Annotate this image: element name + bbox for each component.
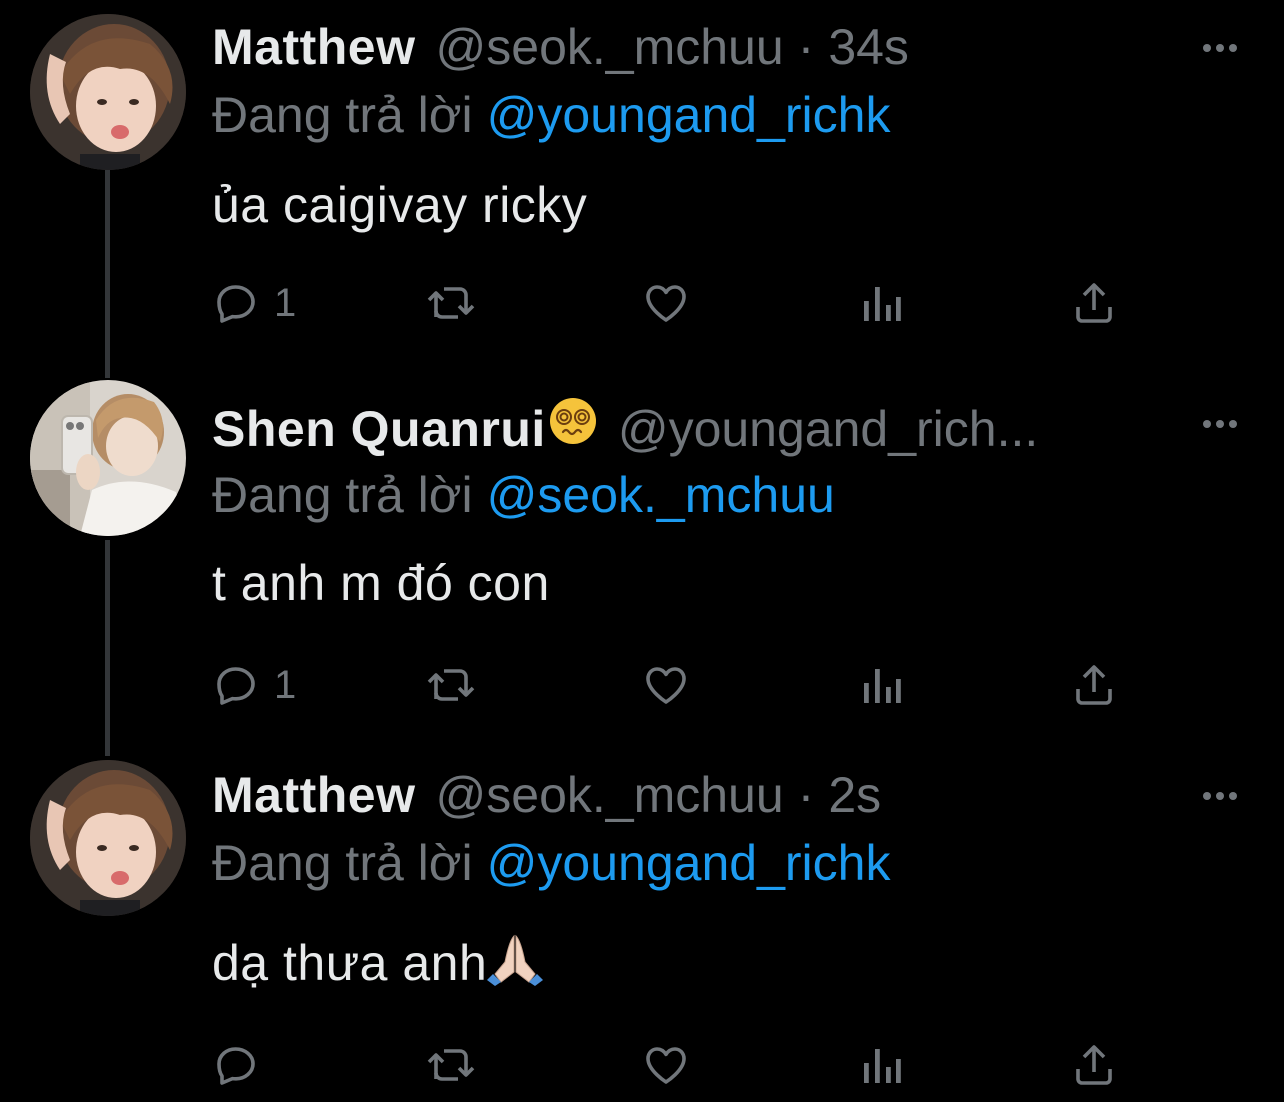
analytics-button[interactable] (860, 278, 904, 328)
more-icon[interactable] (1200, 38, 1240, 58)
tweet-actions (212, 1040, 1132, 1090)
share-button[interactable] (1070, 1040, 1118, 1090)
analytics-icon (864, 669, 901, 703)
share-button[interactable] (1070, 660, 1118, 710)
analytics-icon (864, 1049, 901, 1083)
author-name[interactable]: Matthew (212, 766, 416, 824)
more-icon[interactable] (1200, 786, 1240, 806)
share-button[interactable] (1070, 278, 1118, 328)
tweet[interactable]: Shen Quanrui @youngand_rich... Đang trả … (0, 378, 1284, 760)
avatar[interactable] (30, 760, 186, 916)
avatar-photo (30, 380, 186, 536)
share-icon (1076, 665, 1112, 705)
avatar-photo (30, 14, 186, 170)
reply-prefix: Đang trả lời (212, 87, 473, 143)
tweet[interactable]: Matthew @seok._mchuu · 2s Đang trả lời @y… (0, 760, 1284, 1102)
reply-mention-link[interactable]: @youngand_richk (487, 87, 891, 143)
timestamp[interactable]: 34s (828, 18, 909, 76)
replying-to-line: Đang trả lời @seok._mchuu (212, 466, 835, 524)
tweet[interactable]: Matthew @seok._mchuu · 34s Đang trả lời @… (0, 0, 1284, 378)
reply-icon (217, 285, 255, 323)
reply-mention-link[interactable]: @youngand_richk (487, 835, 891, 891)
author-handle[interactable]: @seok._mchuu (436, 766, 784, 824)
retweet-button[interactable] (424, 660, 478, 710)
replying-to-line: Đang trả lời @youngand_richk (212, 834, 890, 892)
like-icon (646, 285, 686, 322)
share-icon (1076, 283, 1112, 323)
replying-to-line: Đang trả lời @youngand_richk (212, 86, 890, 144)
tweet-thread: Matthew @seok._mchuu · 34s Đang trả lời @… (0, 0, 1284, 1102)
like-button[interactable] (642, 278, 690, 328)
timestamp[interactable]: 2s (828, 766, 881, 824)
retweet-icon (427, 1049, 475, 1081)
retweet-icon (427, 669, 475, 701)
reply-button[interactable] (212, 1040, 274, 1090)
separator-dot: · (797, 19, 815, 75)
author-name[interactable]: Shen Quanrui (212, 400, 546, 458)
reply-icon (217, 667, 255, 705)
author-handle[interactable]: @seok._mchuu (436, 18, 784, 76)
author-name[interactable]: Matthew (212, 18, 416, 76)
tweet-actions: 1 (212, 278, 1132, 328)
avatar[interactable] (30, 380, 186, 536)
tweet-actions: 1 (212, 660, 1132, 710)
reply-prefix: Đang trả lời (212, 467, 473, 523)
retweet-button[interactable] (424, 278, 478, 328)
author-handle[interactable]: @youngand_rich... (618, 400, 1038, 458)
share-icon (1076, 1045, 1112, 1085)
like-icon (646, 1047, 686, 1084)
analytics-button[interactable] (860, 660, 904, 710)
analytics-icon (864, 287, 901, 321)
tweet-text: ủa caigivay ricky (212, 177, 588, 233)
like-icon (646, 667, 686, 704)
tweet-text: t anh m đó con (212, 555, 550, 611)
separator-dot: · (797, 767, 815, 823)
reply-button[interactable]: 1 (212, 278, 296, 328)
dizzy-face-emoji (549, 398, 596, 444)
like-button[interactable] (642, 660, 690, 710)
reply-count: 1 (274, 280, 297, 325)
reply-button[interactable]: 1 (212, 660, 296, 710)
avatar[interactable] (30, 14, 186, 170)
reply-mention-link[interactable]: @seok._mchuu (487, 467, 835, 523)
reply-prefix: Đang trả lời (212, 835, 473, 891)
tweet-text-content: dạ thưa anh (212, 935, 488, 991)
more-icon[interactable] (1200, 414, 1240, 434)
analytics-button[interactable] (860, 1040, 904, 1090)
reply-icon (217, 1047, 255, 1085)
reply-count: 1 (274, 662, 297, 707)
avatar-photo (30, 760, 186, 916)
retweet-icon (427, 287, 475, 319)
like-button[interactable] (642, 1040, 690, 1090)
tweet-text: dạ thưa anh (212, 930, 544, 992)
folded-hands-emoji (487, 934, 544, 986)
retweet-button[interactable] (424, 1040, 478, 1090)
